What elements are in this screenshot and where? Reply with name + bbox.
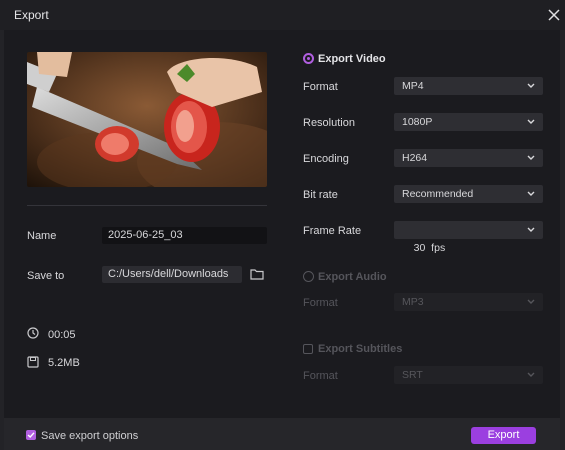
bitrate-label: Bit rate: [303, 189, 338, 201]
name-label: Name: [27, 230, 57, 242]
folder-icon[interactable]: [250, 268, 264, 280]
export-audio-radio[interactable]: [303, 271, 314, 282]
export-video-label: Export Video: [318, 53, 386, 65]
resolution-label: Resolution: [303, 117, 355, 129]
chevron-down-icon: [527, 83, 535, 88]
export-button[interactable]: Export: [471, 427, 536, 444]
encoding-label: Encoding: [303, 153, 349, 165]
format-select[interactable]: MP4: [394, 77, 543, 95]
bitrate-select[interactable]: Recommended: [394, 185, 543, 203]
export-subtitles-label: Export Subtitles: [318, 343, 403, 355]
subtitles-format-label: Format: [303, 370, 338, 382]
encoding-select[interactable]: H264: [394, 149, 543, 167]
subtitles-format-select: SRT: [394, 366, 543, 384]
title-bar: Export: [0, 0, 565, 30]
frame-rate-label: Frame Rate: [303, 225, 362, 237]
resolution-select[interactable]: 1080P: [394, 113, 543, 131]
export-audio-label: Export Audio: [318, 271, 387, 283]
encoding-value: H264: [402, 152, 428, 164]
save-disk-icon: [27, 356, 39, 368]
file-size-value: 5.2MB: [48, 357, 80, 369]
audio-format-label: Format: [303, 297, 338, 309]
subtitles-format-value: SRT: [402, 369, 423, 381]
clock-icon: [27, 327, 39, 339]
chevron-down-icon: [527, 227, 535, 232]
export-dialog: Export Name 2025-06-25_03 Save to C:/Use…: [0, 0, 565, 450]
bitrate-value: Recommended: [402, 188, 474, 200]
save-path-input[interactable]: C:/Users/dell/Downloads: [102, 266, 242, 283]
chevron-down-icon: [527, 155, 535, 160]
frame-rate-value: 30 fps: [413, 242, 446, 254]
save-to-label: Save to: [27, 270, 65, 282]
name-input[interactable]: 2025-06-25_03: [102, 227, 267, 244]
save-export-options-checkbox[interactable]: [26, 430, 36, 440]
export-video-radio[interactable]: [303, 53, 314, 64]
chevron-down-icon: [527, 119, 535, 124]
save-export-options-label: Save export options: [41, 430, 139, 442]
dialog-title: Export: [14, 8, 49, 22]
format-label: Format: [303, 81, 338, 93]
resolution-value: 1080P: [402, 116, 433, 128]
duration-value: 00:05: [48, 329, 76, 341]
format-value: MP4: [402, 80, 424, 92]
audio-format-value: MP3: [402, 296, 424, 308]
checkmark-icon: [27, 432, 35, 438]
frame-rate-select[interactable]: 30 fps: [394, 221, 543, 254]
divider: [27, 205, 267, 206]
video-preview-thumbnail: [27, 52, 267, 187]
chevron-down-icon: [527, 372, 535, 377]
chevron-down-icon: [527, 191, 535, 196]
chevron-down-icon: [527, 299, 535, 304]
export-subtitles-checkbox[interactable]: [303, 344, 313, 354]
close-icon[interactable]: [546, 7, 562, 23]
audio-format-select: MP3: [394, 293, 543, 311]
